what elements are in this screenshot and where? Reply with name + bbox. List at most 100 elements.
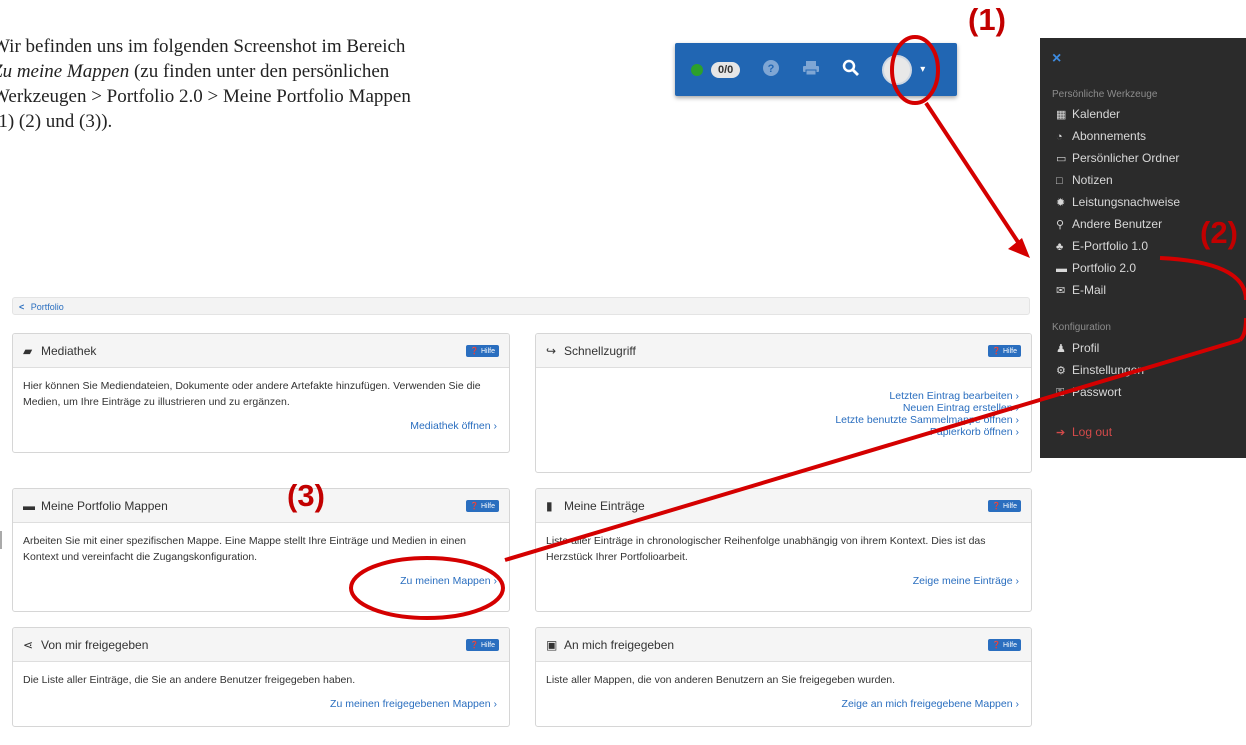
- share-arrow-icon: ↪: [546, 343, 557, 358]
- share-icon: ⋖: [23, 637, 34, 652]
- help-button[interactable]: ❓ Hilfe: [988, 499, 1021, 512]
- menu-item-label: Einstellungen: [1072, 363, 1145, 377]
- section-personal-tools: Persönliche Werkzeuge: [1052, 89, 1158, 100]
- panel-header: ⋖ Von mir freigegeben ❓ Hilfe: [13, 628, 509, 662]
- zu-meinen-mappen-link[interactable]: Zu meinen Mappen ›: [400, 575, 497, 587]
- briefcase-icon: ▬: [23, 498, 35, 513]
- rss-icon: ◔: [1056, 131, 1063, 143]
- cogs-icon: ⚙: [1056, 365, 1066, 377]
- menu-item-portfolio-2[interactable]: ▬ Portfolio 2.0: [1056, 258, 1136, 278]
- search-icon[interactable]: [842, 59, 860, 80]
- intro-line-2: Zu meine Mappen (zu finden unter den per…: [0, 59, 652, 84]
- menu-item-label: E-Mail: [1072, 283, 1107, 297]
- breadcrumb: < Portfolio: [12, 297, 1030, 315]
- mediathek-open-link[interactable]: Mediathek öffnen ›: [410, 420, 497, 432]
- intro-text: Wir befinden uns im folgenden Screenshot…: [0, 34, 652, 134]
- panel-title: Meine Einträge: [564, 498, 645, 513]
- section-configuration: Konfiguration: [1052, 322, 1111, 333]
- calendar-icon: ▦: [1056, 109, 1067, 121]
- file-icon: ▮: [546, 498, 553, 513]
- help-button[interactable]: ❓ Hilfe: [466, 344, 499, 357]
- folder-open-icon: ▰: [23, 343, 33, 358]
- caret-down-icon[interactable]: ▾: [920, 64, 925, 75]
- print-icon[interactable]: [802, 60, 820, 79]
- edit-last-entry-link[interactable]: Letzten Eintrag bearbeiten ›: [835, 390, 1019, 402]
- create-entry-link[interactable]: Neuen Eintrag erstellen ›: [835, 402, 1019, 414]
- back-chevron-icon[interactable]: <: [19, 302, 24, 312]
- panel-description: Liste aller Mappen, die von anderen Benu…: [546, 674, 896, 686]
- menu-item-passwort[interactable]: ⚿ Passwort: [1056, 382, 1121, 402]
- menu-item-label: Profil: [1072, 341, 1100, 355]
- panel-title: Schnellzugriff: [564, 343, 636, 358]
- menu-item-abonnements[interactable]: ◔ Abonnements: [1056, 126, 1146, 146]
- quick-access-links: Letzten Eintrag bearbeiten › Neuen Eintr…: [835, 390, 1019, 438]
- annotation-arrowhead-1: [1008, 238, 1030, 258]
- help-icon[interactable]: ?: [762, 59, 780, 80]
- panel-header: ▰ Mediathek ❓ Hilfe: [13, 334, 509, 368]
- menu-item-label: Notizen: [1072, 173, 1113, 187]
- intro-line-4: (1) (2) und (3)).: [0, 111, 113, 132]
- open-last-collection-link[interactable]: Letzte benutzte Sammelmappe öffnen ›: [835, 414, 1019, 426]
- menu-item-label: Passwort: [1072, 385, 1122, 399]
- panel-description: Arbeiten Sie mit einer spezifischen Mapp…: [23, 535, 467, 563]
- menu-item-label: Leistungsnachweise: [1072, 195, 1181, 209]
- menu-item-label: Log out: [1072, 425, 1113, 439]
- shared-with-me-link[interactable]: Zeige an mich freigegebene Mappen ›: [842, 698, 1019, 710]
- panel-schnellzugriff: ↪ Schnellzugriff ❓ Hilfe Letzten Eintrag…: [535, 333, 1032, 473]
- menu-item-notizen[interactable]: □ Notizen: [1056, 170, 1113, 190]
- panel-von-mir-freigegeben: ⋖ Von mir freigegeben ❓ Hilfe Die Liste …: [12, 627, 510, 727]
- menu-item-e-portfolio-1[interactable]: ♣ E-Portfolio 1.0: [1056, 236, 1148, 256]
- panel-description: Liste aller Einträge in chronologischer …: [546, 535, 986, 563]
- menu-item-profil[interactable]: ♟ Profil: [1056, 338, 1099, 358]
- certificate-icon: ✹: [1056, 197, 1066, 209]
- annotation-label-1: (1): [968, 2, 1006, 37]
- panel-meine-portfolio-mappen: ▬ Meine Portfolio Mappen ❓ Hilfe Arbeite…: [12, 488, 510, 612]
- help-button[interactable]: ❓ Hilfe: [466, 638, 499, 651]
- menu-item-andere-benutzer[interactable]: ⚲ Andere Benutzer: [1056, 214, 1162, 234]
- menu-item-e-mail[interactable]: ✉ E-Mail: [1056, 280, 1106, 300]
- menu-item-logout[interactable]: ➔ Log out: [1056, 422, 1112, 442]
- panel-title: Von mir freigegeben: [41, 637, 149, 652]
- notification-badge[interactable]: 0/0: [711, 61, 741, 78]
- status-dot-icon: [691, 63, 703, 76]
- user-icon: ♟: [1056, 343, 1066, 355]
- help-button[interactable]: ❓ Hilfe: [988, 638, 1021, 651]
- close-icon[interactable]: ×: [1052, 50, 1061, 68]
- panel-an-mich-freigegeben: ▣ An mich freigegeben ❓ Hilfe Liste alle…: [535, 627, 1032, 727]
- menu-item-label: Abonnements: [1072, 129, 1147, 143]
- show-entries-link[interactable]: Zeige meine Einträge ›: [913, 575, 1019, 587]
- share-square-icon: ▣: [546, 637, 558, 652]
- panel-mediathek: ▰ Mediathek ❓ Hilfe Hier können Sie Medi…: [12, 333, 510, 453]
- panel-title: Meine Portfolio Mappen: [41, 498, 168, 513]
- shared-collections-link[interactable]: Zu meinen freigegebenen Mappen ›: [330, 698, 497, 710]
- search-icon: ⚲: [1056, 219, 1065, 231]
- menu-item-kalender[interactable]: ▦ Kalender: [1056, 104, 1120, 124]
- menu-item-label: Andere Benutzer: [1072, 217, 1163, 231]
- panel-header: ▣ An mich freigegeben ❓ Hilfe: [536, 628, 1031, 662]
- breadcrumb-portfolio-link[interactable]: Portfolio: [31, 302, 64, 312]
- note-icon: □: [1056, 175, 1063, 187]
- menu-item-label: E-Portfolio 1.0: [1072, 239, 1149, 253]
- annotation-label-2: (2): [1200, 215, 1238, 250]
- panel-title: An mich freigegeben: [564, 637, 675, 652]
- briefcase-icon: ▬: [1056, 263, 1067, 275]
- lock-icon: ⚿: [1056, 387, 1065, 399]
- avatar[interactable]: [882, 54, 913, 85]
- sitemap-icon: ♣: [1056, 241, 1064, 253]
- menu-item-leistungsnachweise[interactable]: ✹ Leistungsnachweise: [1056, 192, 1180, 212]
- intro-line-1: Wir befinden uns im folgenden Screenshot…: [0, 36, 406, 57]
- help-button[interactable]: ❓ Hilfe: [466, 499, 499, 512]
- top-toolbar: 0/0 ? ▾: [675, 43, 957, 96]
- open-trash-link[interactable]: Papierkorb öffnen ›: [835, 426, 1019, 438]
- menu-item-label: Portfolio 2.0: [1072, 261, 1137, 275]
- svg-text:?: ?: [768, 63, 775, 75]
- help-button[interactable]: ❓ Hilfe: [988, 344, 1021, 357]
- mail-icon: ✉: [1056, 285, 1066, 297]
- annotation-arrow-1: [924, 101, 1024, 250]
- menu-item-persoenlicher-ordner[interactable]: ▭ Persönlicher Ordner: [1056, 148, 1179, 168]
- intro-line-3: Werkzeugen > Portfolio 2.0 > Meine Portf…: [0, 86, 411, 107]
- panel-description: Die Liste aller Einträge, die Sie an and…: [23, 674, 356, 686]
- menu-item-label: Persönlicher Ordner: [1072, 151, 1180, 165]
- menu-item-einstellungen[interactable]: ⚙ Einstellungen: [1056, 360, 1144, 380]
- annotation-label-3: (3): [287, 478, 325, 513]
